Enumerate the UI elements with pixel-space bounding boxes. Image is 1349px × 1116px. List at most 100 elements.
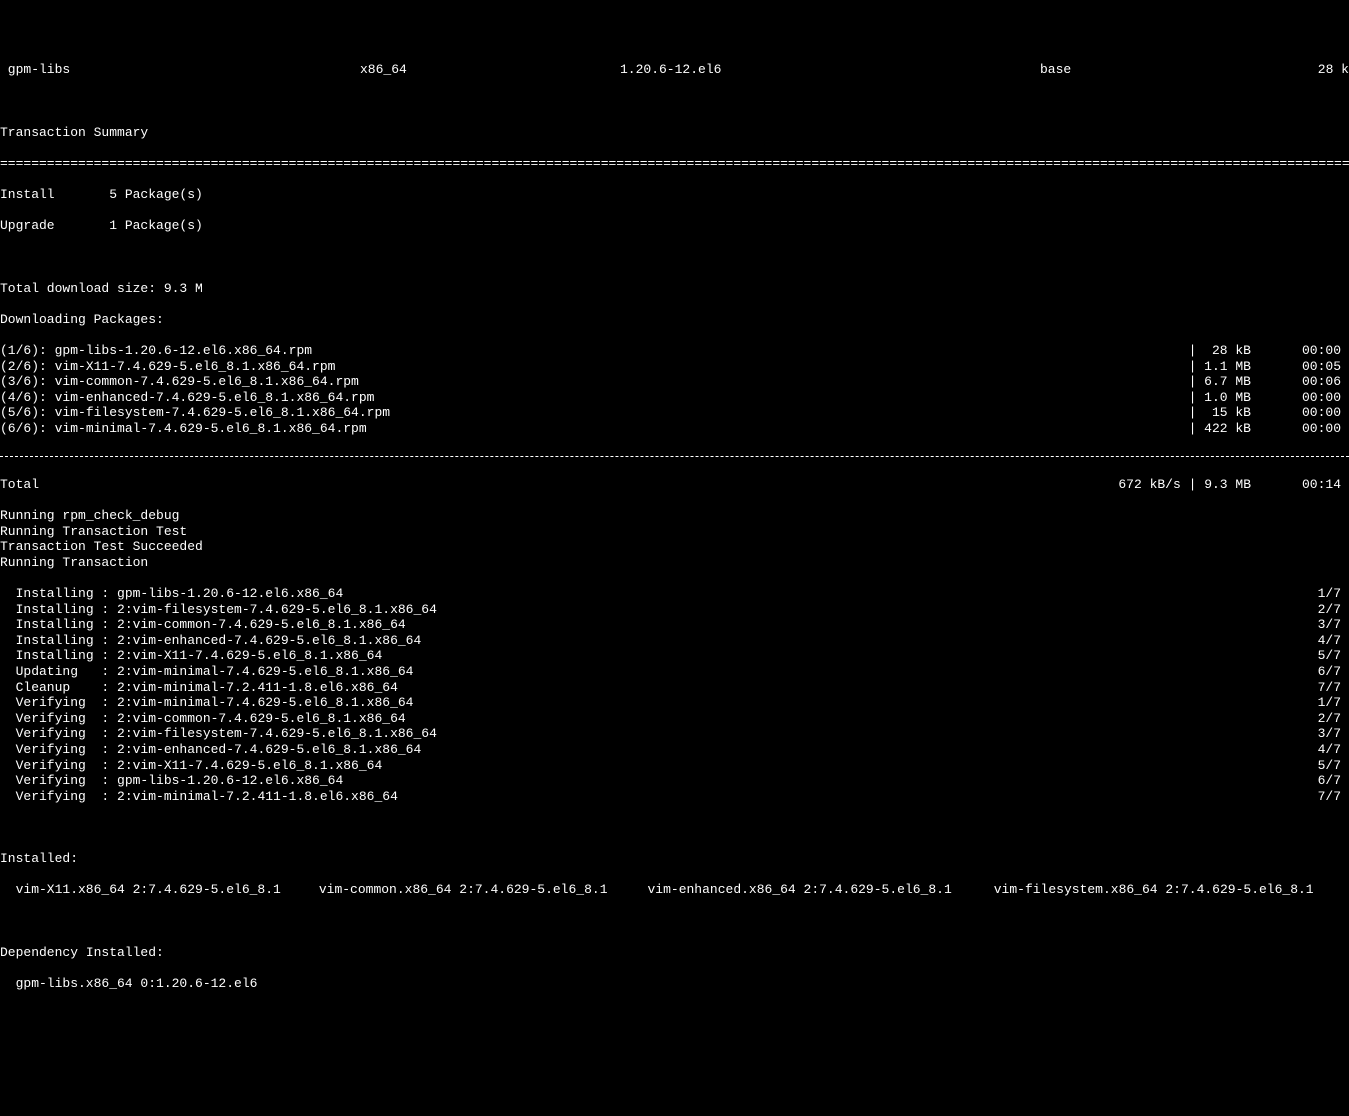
blank-line [0,820,1349,836]
transaction-action-row: Verifying : gpm-libs-1.20.6-12.el6.x86_6… [0,773,1349,789]
pkg-name: gpm-libs [0,62,360,78]
download-size: | 1.0 MB [1181,390,1251,406]
download-file: (6/6): vim-minimal-7.4.629-5.el6_8.1.x86… [0,421,1181,437]
double-line-separator: ========================================… [0,156,1349,172]
pkg-repo: base [1040,62,1289,78]
download-size: | 28 kB [1181,343,1251,359]
download-progress-row: (5/6): vim-filesystem-7.4.629-5.el6_8.1.… [0,405,1349,421]
action-text: Cleanup : 2:vim-minimal-7.2.411-1.8.el6.… [0,680,1291,696]
installed-package: vim-filesystem.x86_64 2:7.4.629-5.el6_8.… [994,882,1314,898]
action-progress: 2/7 [1291,711,1349,727]
transaction-action-row: Verifying : 2:vim-minimal-7.4.629-5.el6_… [0,695,1349,711]
download-time: 00:00 [1251,421,1349,437]
action-progress: 3/7 [1291,617,1349,633]
download-time: 00:06 [1251,374,1349,390]
download-time: 00:05 [1251,359,1349,375]
transaction-action-row: Verifying : 2:vim-minimal-7.2.411-1.8.el… [0,789,1349,805]
blank-line [0,250,1349,266]
action-text: Verifying : 2:vim-minimal-7.4.629-5.el6_… [0,695,1291,711]
total-label: Total [0,477,1091,493]
download-progress-row: (1/6): gpm-libs-1.20.6-12.el6.x86_64.rpm… [0,343,1349,359]
action-text: Installing : gpm-libs-1.20.6-12.el6.x86_… [0,586,1291,602]
action-text: Verifying : 2:vim-minimal-7.2.411-1.8.el… [0,789,1291,805]
download-time: 00:00 [1251,390,1349,406]
downloading-packages-label: Downloading Packages: [0,312,1349,328]
download-progress-row: (6/6): vim-minimal-7.4.629-5.el6_8.1.x86… [0,421,1349,437]
transaction-action-row: Installing : 2:vim-X11-7.4.629-5.el6_8.1… [0,648,1349,664]
action-progress: 5/7 [1291,648,1349,664]
transaction-status-line: Running Transaction Test [0,524,1349,540]
blank-line [0,94,1349,110]
transaction-action-row: Installing : 2:vim-filesystem-7.4.629-5.… [0,602,1349,618]
action-progress: 7/7 [1291,680,1349,696]
total-time: 00:14 [1251,477,1349,493]
action-progress: 2/7 [1291,602,1349,618]
pkg-size: 28 k [1289,62,1349,78]
download-size: | 1.1 MB [1181,359,1251,375]
installed-package: vim-common.x86_64 2:7.4.629-5.el6_8.1 [319,882,648,898]
download-size: | 6.7 MB [1181,374,1251,390]
transaction-status-line: Transaction Test Succeeded [0,539,1349,555]
download-file: (1/6): gpm-libs-1.20.6-12.el6.x86_64.rpm [0,343,1181,359]
transaction-action-row: Cleanup : 2:vim-minimal-7.2.411-1.8.el6.… [0,680,1349,696]
action-text: Verifying : gpm-libs-1.20.6-12.el6.x86_6… [0,773,1291,789]
action-progress: 5/7 [1291,758,1349,774]
upgrade-count: Upgrade 1 Package(s) [0,218,1349,234]
action-progress: 4/7 [1291,742,1349,758]
installed-items-row: vim-X11.x86_64 2:7.4.629-5.el6_8.1vim-co… [0,882,1349,898]
installed-package: vim-enhanced.x86_64 2:7.4.629-5.el6_8.1 [648,882,994,898]
transaction-status-line: Running Transaction [0,555,1349,571]
download-progress-row: (4/6): vim-enhanced-7.4.629-5.el6_8.1.x8… [0,390,1349,406]
transaction-action-row: Installing : 2:vim-enhanced-7.4.629-5.el… [0,633,1349,649]
action-progress: 1/7 [1291,586,1349,602]
action-text: Updating : 2:vim-minimal-7.4.629-5.el6_8… [0,664,1291,680]
action-text: Verifying : 2:vim-filesystem-7.4.629-5.e… [0,726,1291,742]
action-text: Installing : 2:vim-X11-7.4.629-5.el6_8.1… [0,648,1291,664]
download-file: (3/6): vim-common-7.4.629-5.el6_8.1.x86_… [0,374,1181,390]
transaction-action-row: Verifying : 2:vim-common-7.4.629-5.el6_8… [0,711,1349,727]
dashed-line-separator [0,456,1349,457]
download-size: | 15 kB [1181,405,1251,421]
action-progress: 6/7 [1291,773,1349,789]
blank-line [0,913,1349,929]
installed-package: vim-X11.x86_64 2:7.4.629-5.el6_8.1 [16,882,319,898]
transaction-action-row: Installing : 2:vim-common-7.4.629-5.el6_… [0,617,1349,633]
download-file: (2/6): vim-X11-7.4.629-5.el6_8.1.x86_64.… [0,359,1181,375]
transaction-action-row: Verifying : 2:vim-X11-7.4.629-5.el6_8.1.… [0,758,1349,774]
pkg-arch: x86_64 [360,62,620,78]
transaction-action-row: Installing : gpm-libs-1.20.6-12.el6.x86_… [0,586,1349,602]
install-count: Install 5 Package(s) [0,187,1349,203]
transaction-summary-header: Transaction Summary [0,125,1349,141]
pkg-version: 1.20.6-12.el6 [620,62,1040,78]
download-progress-row: (2/6): vim-X11-7.4.629-5.el6_8.1.x86_64.… [0,359,1349,375]
action-progress: 1/7 [1291,695,1349,711]
action-text: Installing : 2:vim-filesystem-7.4.629-5.… [0,602,1291,618]
transaction-status-line: Running rpm_check_debug [0,508,1349,524]
blank-line [0,1007,1349,1023]
download-progress-row: (3/6): vim-common-7.4.629-5.el6_8.1.x86_… [0,374,1349,390]
action-text: Verifying : 2:vim-X11-7.4.629-5.el6_8.1.… [0,758,1291,774]
download-file: (4/6): vim-enhanced-7.4.629-5.el6_8.1.x8… [0,390,1181,406]
action-text: Installing : 2:vim-common-7.4.629-5.el6_… [0,617,1291,633]
download-total-row: Total672 kB/s | 9.3 MB00:14 [0,477,1349,493]
action-text: Verifying : 2:vim-enhanced-7.4.629-5.el6… [0,742,1291,758]
total-download-size: Total download size: 9.3 M [0,281,1349,297]
action-progress: 6/7 [1291,664,1349,680]
terminal-output: gpm-libsx86_641.20.6-12.el6base28 k Tran… [0,47,1349,1038]
total-speed: 672 kB/s | 9.3 MB [1091,477,1251,493]
transaction-action-row: Verifying : 2:vim-enhanced-7.4.629-5.el6… [0,742,1349,758]
transaction-action-row: Verifying : 2:vim-filesystem-7.4.629-5.e… [0,726,1349,742]
download-file: (5/6): vim-filesystem-7.4.629-5.el6_8.1.… [0,405,1181,421]
transaction-action-row: Updating : 2:vim-minimal-7.4.629-5.el6_8… [0,664,1349,680]
dependency-installed-header: Dependency Installed: [0,945,1349,961]
dependency-installed-item: gpm-libs.x86_64 0:1.20.6-12.el6 [0,976,1349,992]
action-progress: 7/7 [1291,789,1349,805]
package-header-row: gpm-libsx86_641.20.6-12.el6base28 k [0,62,1349,78]
installed-header: Installed: [0,851,1349,867]
action-progress: 4/7 [1291,633,1349,649]
action-text: Installing : 2:vim-enhanced-7.4.629-5.el… [0,633,1291,649]
download-size: | 422 kB [1181,421,1251,437]
action-progress: 3/7 [1291,726,1349,742]
download-time: 00:00 [1251,405,1349,421]
action-text: Verifying : 2:vim-common-7.4.629-5.el6_8… [0,711,1291,727]
